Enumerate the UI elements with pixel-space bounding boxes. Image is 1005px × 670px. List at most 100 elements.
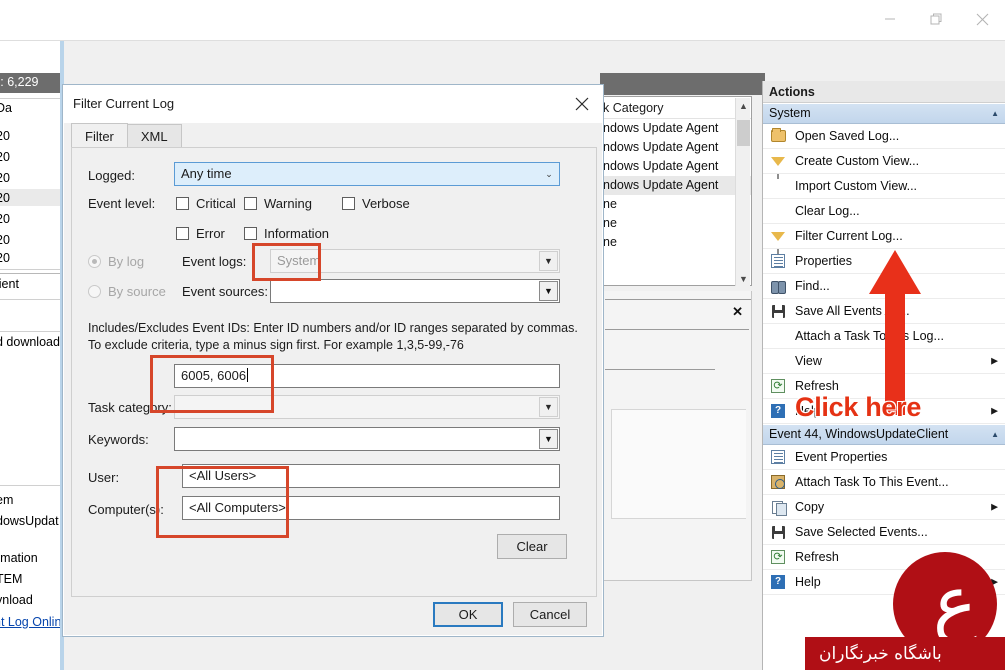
tab-filter[interactable]: Filter [71, 123, 128, 148]
divider [0, 299, 62, 300]
action-create-custom-view[interactable]: Create Custom View... [763, 149, 1005, 179]
computers-label: Computer(s): [88, 502, 164, 517]
clear-button[interactable]: Clear [497, 534, 567, 559]
table-row[interactable]: ndows Update Agent [601, 176, 751, 195]
logged-select[interactable]: Any time ⌄ [174, 162, 560, 186]
cancel-button[interactable]: Cancel [513, 602, 587, 627]
submenu-arrow-icon: ▶ [991, 355, 998, 366]
action-label: Find... [795, 279, 830, 293]
action-label: Import Custom View... [795, 179, 918, 193]
detail-text: d download [0, 335, 60, 349]
chevron-down-icon[interactable]: ⌄ [540, 164, 558, 184]
divider [605, 369, 715, 370]
list-cell: 20 [0, 212, 10, 226]
actions-panel-title: Actions [763, 81, 1005, 103]
chevron-down-icon[interactable]: ▼ [539, 429, 558, 449]
logo-band: باشگاه خبرنگاران [805, 637, 1005, 670]
checkbox-error[interactable]: Error [176, 226, 225, 241]
checkbox-warning[interactable]: Warning [244, 196, 312, 211]
radio-by-source[interactable]: By source [88, 284, 166, 299]
table-row[interactable]: ndows Update Agent [601, 157, 751, 176]
computers-input[interactable]: <All Computers> [182, 496, 560, 520]
action-event-properties[interactable]: Event Properties [763, 445, 1005, 470]
action-label: Create Custom View... [795, 154, 920, 168]
event-ids-input[interactable]: 6005, 6006 [174, 364, 560, 388]
column-header-date: Da [0, 101, 12, 115]
action-copy[interactable]: Copy ▶ [763, 495, 1005, 520]
checkbox-box[interactable] [244, 227, 257, 240]
action-filter-current-log[interactable]: Filter Current Log... [763, 224, 1005, 254]
dialog-titlebar: Filter Current Log [63, 85, 603, 123]
chevron-down-icon[interactable]: ▼ [539, 251, 558, 271]
checkbox-box[interactable] [176, 227, 189, 240]
chevron-up-icon[interactable]: ▲ [991, 103, 999, 124]
chevron-down-icon[interactable]: ▼ [539, 397, 558, 417]
tab-xml[interactable]: XML [126, 124, 182, 148]
list-scrollbar[interactable]: ▲ ▼ [735, 98, 750, 286]
radio-dot[interactable] [88, 255, 101, 268]
checkbox-box[interactable] [176, 197, 189, 210]
detail-opcode: vnload [0, 593, 33, 607]
actions-group-header-system[interactable]: System ▲ [763, 103, 1005, 124]
refresh-icon: ⟳ [769, 549, 787, 565]
actions-group-header-event[interactable]: Event 44, WindowsUpdateClient ▲ [763, 424, 1005, 445]
table-row[interactable]: ne [601, 195, 751, 214]
checkbox-box[interactable] [244, 197, 257, 210]
scroll-down-icon[interactable]: ▼ [736, 271, 751, 286]
annotation-arrow-icon [865, 250, 925, 415]
group-title: Event 44, WindowsUpdateClient [769, 427, 949, 441]
minimize-icon[interactable] [867, 0, 913, 38]
list-cell: 20 [0, 191, 10, 205]
action-label: Event Properties [795, 450, 888, 464]
table-row[interactable]: ndows Update Agent [601, 138, 751, 157]
list-cell: 20 [0, 251, 10, 265]
keywords-select[interactable]: ▼ [174, 427, 560, 451]
text-caret [247, 368, 249, 382]
divider [0, 485, 62, 486]
checkbox-box[interactable] [342, 197, 355, 210]
action-label: View [795, 354, 822, 368]
action-import-custom-view[interactable]: Import Custom View... [763, 174, 1005, 199]
scrollbar-thumb[interactable] [737, 120, 750, 146]
detail-user: TEM [0, 572, 23, 586]
detail-source2: dowsUpdat [0, 514, 59, 528]
table-row[interactable]: ndows Update Agent [601, 119, 751, 138]
save-icon [769, 524, 787, 540]
action-clear-log[interactable]: Clear Log... [763, 199, 1005, 224]
table-row[interactable]: ne [601, 214, 751, 233]
action-label: Filter Current Log... [795, 229, 903, 243]
close-details-icon[interactable]: ✕ [732, 305, 743, 318]
close-icon[interactable] [565, 89, 599, 119]
event-level-label: Event level: [88, 196, 156, 211]
action-save-selected-events[interactable]: Save Selected Events... [763, 520, 1005, 545]
action-open-saved-log[interactable]: Open Saved Log... [763, 124, 1005, 149]
chevron-down-icon[interactable]: ▼ [539, 281, 558, 301]
radio-by-log[interactable]: By log [88, 254, 144, 269]
event-logs-select[interactable]: System ▼ [270, 249, 560, 273]
properties-icon [769, 253, 787, 269]
close-icon[interactable] [959, 0, 1005, 38]
chevron-up-icon[interactable]: ▲ [991, 424, 999, 445]
checkbox-label: Error [196, 226, 225, 241]
table-row[interactable]: ne [601, 233, 751, 252]
list-cell: 20 [0, 233, 10, 247]
radio-dot[interactable] [88, 285, 101, 298]
checkbox-information[interactable]: Information [244, 226, 329, 241]
column-header-task-category[interactable]: k Category [601, 97, 751, 119]
checkbox-critical[interactable]: Critical [176, 196, 236, 211]
event-logs-value: System [277, 253, 321, 268]
task-category-select[interactable]: ▼ [174, 395, 560, 419]
action-label: Copy [795, 500, 825, 514]
action-attach-task-to-event[interactable]: Attach Task To This Event... [763, 470, 1005, 495]
folder-icon [769, 128, 787, 144]
event-sources-select[interactable]: ▼ [270, 279, 560, 303]
user-input[interactable]: <All Users> [182, 464, 560, 488]
checkbox-verbose[interactable]: Verbose [342, 196, 410, 211]
action-label: Save Selected Events... [795, 525, 928, 539]
restore-icon[interactable] [913, 0, 959, 38]
ok-button[interactable]: OK [433, 602, 503, 627]
divider [605, 329, 749, 330]
scroll-up-icon[interactable]: ▲ [736, 98, 751, 113]
user-value: <All Users> [189, 468, 257, 483]
event-count-text: s: 6,229 [0, 75, 39, 89]
